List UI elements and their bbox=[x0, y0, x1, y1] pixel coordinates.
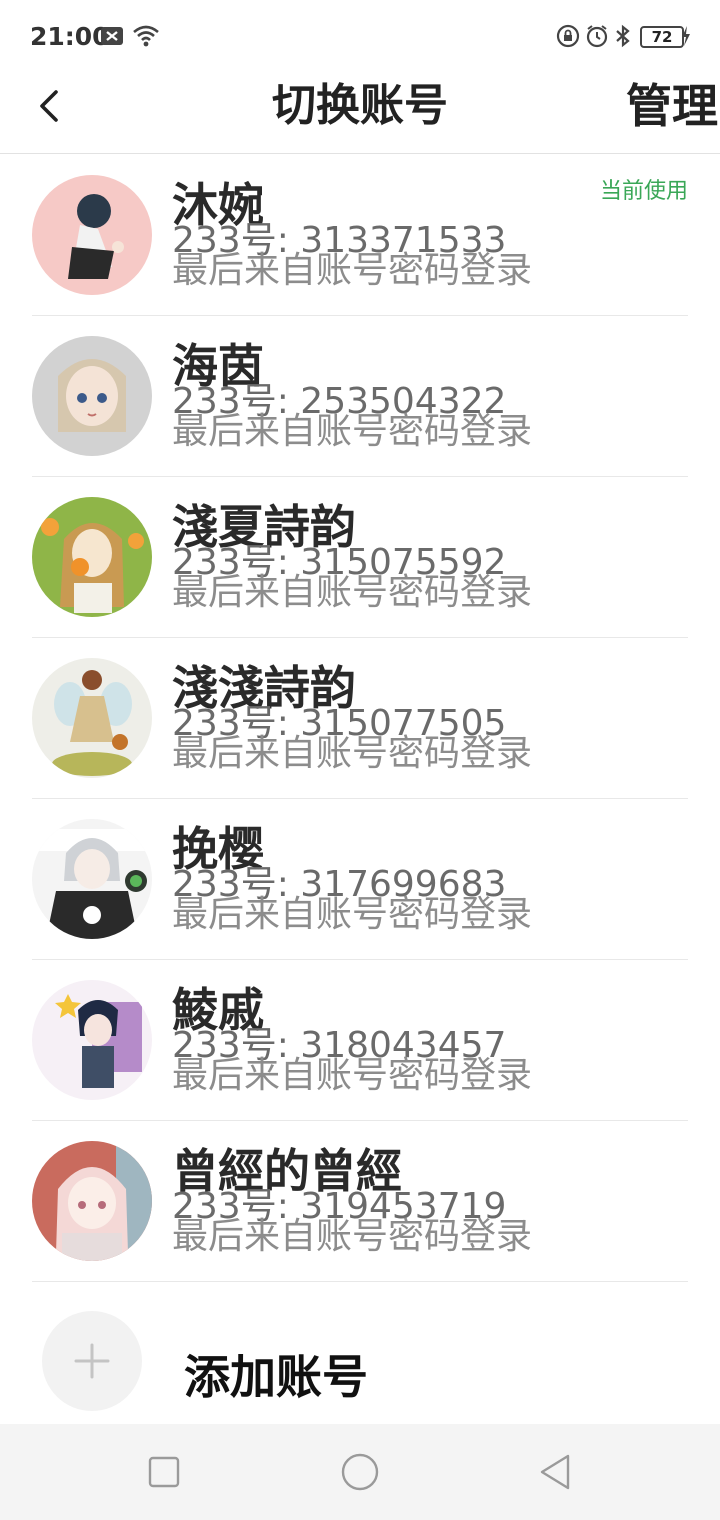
account-row[interactable]: 曾經的曾經 233号: 319453719 最后来自账号密码登录 bbox=[0, 1121, 720, 1282]
add-account-circle bbox=[42, 1311, 142, 1411]
back-triangle-icon[interactable] bbox=[532, 1448, 580, 1496]
account-row[interactable]: 海茵 233号: 253504322 最后来自账号密码登录 bbox=[0, 316, 720, 477]
account-login-method: 最后来自账号密码登录 bbox=[172, 1055, 533, 1096]
header: 切换账号 管理 bbox=[0, 72, 720, 154]
avatar bbox=[32, 658, 152, 778]
avatar bbox=[32, 1141, 152, 1261]
account-list: 沐婉 233号: 313371533 最后来自账号密码登录 当前使用 海茵 23… bbox=[0, 155, 720, 1282]
plus-icon bbox=[74, 1343, 110, 1379]
avatar bbox=[32, 497, 152, 617]
notification-x-icon bbox=[101, 27, 123, 45]
home-circle-icon[interactable] bbox=[336, 1448, 384, 1496]
page-title: 切换账号 bbox=[272, 80, 448, 131]
account-login-method: 最后来自账号密码登录 bbox=[172, 1216, 533, 1257]
alarm-icon bbox=[586, 25, 608, 48]
account-login-method: 最后来自账号密码登录 bbox=[172, 411, 533, 452]
account-row[interactable]: 挽樱 233号: 317699683 最后来自账号密码登录 bbox=[0, 799, 720, 960]
add-account-label: 添加账号 bbox=[184, 1350, 368, 1404]
account-row[interactable]: 沐婉 233号: 313371533 最后来自账号密码登录 当前使用 bbox=[0, 155, 720, 316]
system-nav-bar bbox=[0, 1424, 720, 1520]
charging-icon bbox=[682, 26, 690, 46]
account-login-method: 最后来自账号密码登录 bbox=[172, 572, 533, 613]
bluetooth-icon bbox=[616, 24, 630, 48]
avatar bbox=[32, 336, 152, 456]
manage-button[interactable]: 管理 bbox=[626, 78, 718, 134]
account-login-method: 最后来自账号密码登录 bbox=[172, 733, 533, 774]
status-time: 21:00 bbox=[30, 22, 110, 51]
avatar bbox=[32, 175, 152, 295]
avatar bbox=[32, 819, 152, 939]
account-row[interactable]: 鯪戚 233号: 318043457 最后来自账号密码登录 bbox=[0, 960, 720, 1121]
lock-rotation-icon bbox=[556, 24, 580, 48]
account-login-method: 最后来自账号密码登录 bbox=[172, 250, 533, 291]
wifi-icon bbox=[133, 25, 159, 47]
account-row[interactable]: 淺夏詩韵 233号: 315075592 最后来自账号密码登录 bbox=[0, 477, 720, 638]
add-account-button[interactable]: 添加账号 bbox=[0, 1283, 720, 1423]
current-account-badge: 当前使用 bbox=[599, 179, 688, 204]
battery-icon: 72 bbox=[640, 26, 684, 48]
account-row[interactable]: 淺淺詩韵 233号: 315077505 最后来自账号密码登录 bbox=[0, 638, 720, 799]
account-login-method: 最后来自账号密码登录 bbox=[172, 894, 533, 935]
recents-square-icon[interactable] bbox=[140, 1448, 188, 1496]
avatar bbox=[32, 980, 152, 1100]
status-bar: 21:00 72 bbox=[0, 0, 720, 72]
screen: 21:00 72 切换账号 管理 沐婉 233号: 313371533 最后来自… bbox=[0, 0, 720, 1520]
